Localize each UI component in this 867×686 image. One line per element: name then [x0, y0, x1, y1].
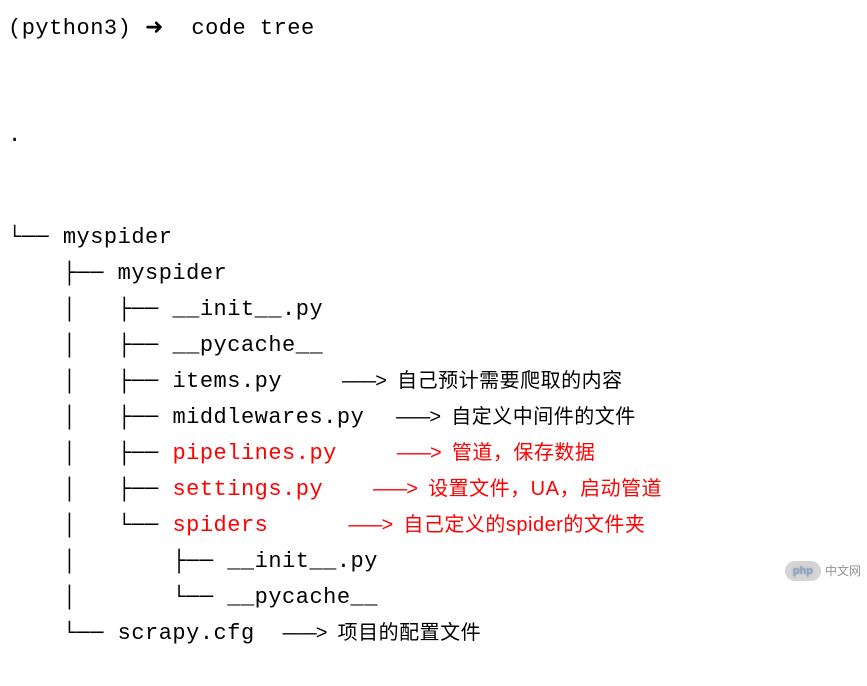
annotation-text: 管道，保存数据: [452, 442, 596, 464]
tree-row: ├── myspider: [8, 257, 859, 293]
tree-annotation: ———> 设置文件，UA，启动管道: [373, 474, 662, 506]
tree-branch-icon: │ └──: [8, 509, 172, 542]
tree-node-name: scrapy.cfg: [118, 617, 255, 650]
shell-prompt: (python3) ➜ code tree: [8, 12, 859, 45]
tree-row: │ ├── middlewares.py ———> 自定义中间件的文件: [8, 401, 859, 437]
tree-row: │ └── spiders ———> 自己定义的spider的文件夹: [8, 509, 859, 545]
tree-row: │ ├── settings.py ———> 设置文件，UA，启动管道: [8, 473, 859, 509]
watermark-text: 中文网: [825, 562, 861, 580]
arrow-right-icon: ———>: [342, 371, 397, 394]
tree-node-name: pipelines.py: [172, 437, 336, 470]
tree-branch-icon: └──: [8, 221, 63, 254]
tree-row: └── myspider: [8, 221, 859, 257]
tree-node-name: items.py: [172, 365, 282, 398]
annotation-text: 自己预计需要爬取的内容: [397, 370, 623, 392]
tree-node-name: myspider: [118, 257, 228, 290]
tree-node-name: __pycache__: [172, 329, 323, 362]
arrow-right-icon: ———>: [397, 443, 452, 466]
tree-row: │ └── __pycache__: [8, 581, 859, 617]
tree-root-dot: .: [8, 119, 22, 152]
tree-branch-icon: │ ├──: [8, 329, 172, 362]
arrow-right-icon: ———>: [283, 623, 338, 646]
prompt-dir: code: [191, 16, 246, 41]
annotation-text: 自定义中间件的文件: [451, 406, 636, 428]
tree-row: │ ├── __init__.py: [8, 545, 859, 581]
arrow-right-icon: ———>: [373, 479, 428, 502]
tree-row: │ ├── __init__.py: [8, 293, 859, 329]
tree-branch-icon: │ ├──: [8, 437, 172, 470]
tree-annotation: ———> 自定义中间件的文件: [396, 402, 636, 434]
prompt-env: (python3): [8, 16, 131, 41]
tree-row: │ ├── items.py ———> 自己预计需要爬取的内容: [8, 365, 859, 401]
tree-branch-icon: │ ├──: [8, 473, 172, 506]
tree-output: . └── myspider ├── myspider │ ├── __init…: [8, 53, 859, 686]
tree-annotation: ———> 项目的配置文件: [283, 618, 482, 650]
arrow-right-icon: ———>: [396, 407, 451, 430]
annotation-text: 项目的配置文件: [338, 622, 482, 644]
prompt-arrow-icon: ➜: [145, 16, 164, 41]
prompt-command: tree: [260, 16, 315, 41]
tree-branch-icon: │ └──: [8, 581, 227, 614]
tree-branch-icon: │ ├──: [8, 293, 172, 326]
tree-branch-icon: │ ├──: [8, 365, 172, 398]
tree-row: │ ├── pipelines.py ———> 管道，保存数据: [8, 437, 859, 473]
tree-root: .: [8, 119, 859, 155]
tree-branch-icon: ├──: [8, 257, 118, 290]
annotation-text: 设置文件，UA，启动管道: [428, 478, 662, 500]
watermark: php 中文网: [785, 561, 861, 582]
arrow-right-icon: ———>: [348, 515, 403, 538]
tree-node-name: __pycache__: [227, 581, 378, 614]
annotation-text: 自己定义的spider的文件夹: [403, 514, 645, 536]
tree-node-name: __init__.py: [227, 545, 378, 578]
tree-branch-icon: │ ├──: [8, 545, 227, 578]
tree-node-name: middlewares.py: [172, 401, 364, 434]
tree-node-name: spiders: [172, 509, 268, 542]
tree-annotation: ———> 管道，保存数据: [397, 438, 596, 470]
tree-row: └── scrapy.cfg ———> 项目的配置文件: [8, 617, 859, 653]
watermark-badge: php: [785, 561, 821, 582]
tree-branch-icon: │ ├──: [8, 401, 172, 434]
tree-node-name: __init__.py: [172, 293, 323, 326]
tree-row: │ ├── __pycache__: [8, 329, 859, 365]
tree-node-name: settings.py: [172, 473, 323, 506]
tree-branch-icon: └──: [8, 617, 118, 650]
tree-annotation: ———> 自己定义的spider的文件夹: [348, 510, 645, 542]
tree-node-name: myspider: [63, 221, 173, 254]
tree-annotation: ———> 自己预计需要爬取的内容: [342, 366, 623, 398]
